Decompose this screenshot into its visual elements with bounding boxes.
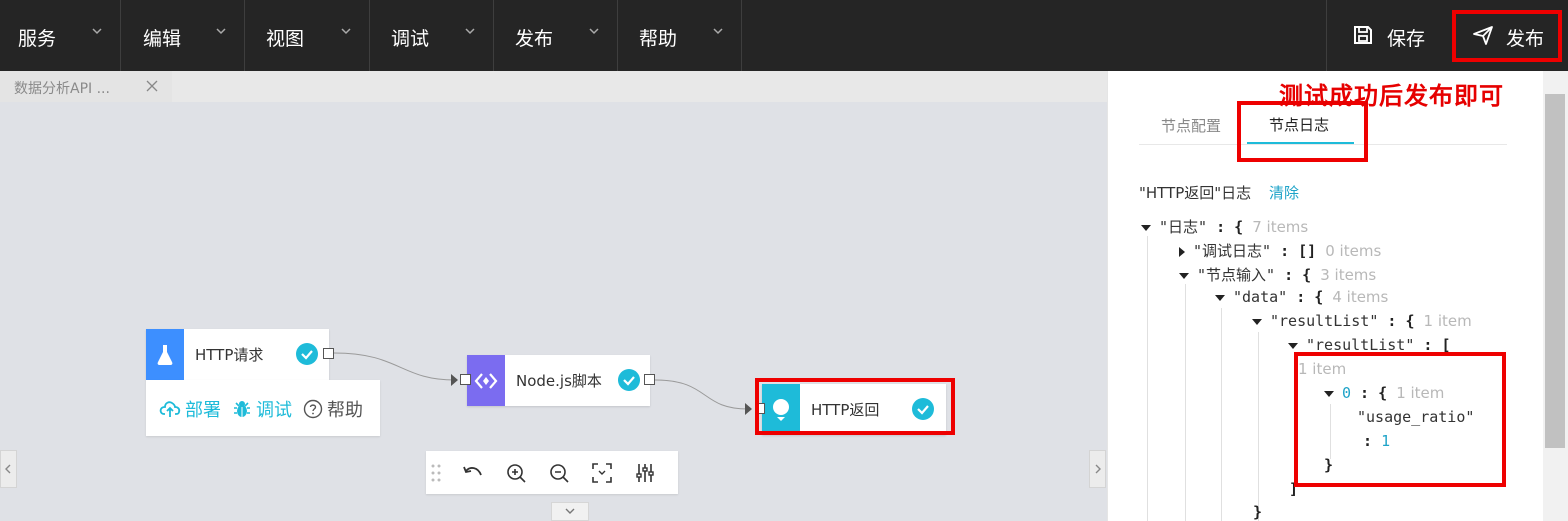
bulb-icon (762, 384, 800, 435)
json-meta: 7 items (1252, 218, 1309, 236)
settings-sliders-icon[interactable] (633, 461, 657, 485)
json-node-root[interactable]: "日志" : { 7 items (1141, 216, 1308, 237)
json-key: "调试日志" (1193, 242, 1272, 260)
json-value-usage-ratio: : 1 (1363, 432, 1391, 450)
publish-button[interactable]: 发布 (1447, 0, 1568, 71)
drag-handle-icon[interactable] (428, 461, 444, 485)
flow-node-http-request[interactable]: HTTP请求 (146, 329, 329, 380)
tree-guide (1147, 236, 1148, 521)
help-button[interactable]: 帮助 (303, 396, 363, 422)
json-meta: 1 item (1396, 384, 1445, 402)
json-key: "节点输入" (1197, 266, 1276, 284)
json-meta: 3 items (1320, 266, 1377, 284)
collapse-caret-icon[interactable] (1179, 246, 1185, 257)
tree-guide (1330, 404, 1331, 459)
chevron-left-icon (5, 464, 11, 474)
publish-label: 发布 (1506, 28, 1545, 50)
json-number: 1 (1381, 432, 1391, 450)
save-icon (1354, 26, 1372, 44)
expand-caret-icon[interactable] (1141, 224, 1151, 231)
json-node-result-list[interactable]: "resultList" : { 1 item (1252, 312, 1472, 330)
output-port[interactable] (644, 374, 655, 385)
input-port[interactable] (757, 403, 765, 414)
log-title: "HTTP返回"日志 (1139, 184, 1252, 202)
json-meta: 1 item (1423, 312, 1472, 330)
tab-divider (1139, 144, 1507, 145)
flask-icon (146, 329, 184, 380)
tab-node-log[interactable]: 节点日志 (1269, 114, 1329, 135)
json-meta: 1 item (1298, 360, 1347, 378)
right-panel-toggle[interactable] (1089, 450, 1106, 488)
tree-guide (1258, 332, 1259, 521)
chevron-right-icon (1095, 464, 1101, 474)
cloud-upload-icon (159, 401, 181, 417)
node-title: HTTP请求 (195, 346, 264, 364)
node-action-bar: 部署 调试 帮助 (146, 380, 380, 436)
json-key: "resultList" (1306, 336, 1415, 354)
deploy-label: 部署 (185, 400, 221, 421)
panel-scrollbar-thumb[interactable] (1545, 94, 1565, 448)
expand-caret-icon[interactable] (1215, 294, 1225, 301)
json-close-brace: } (1324, 456, 1334, 474)
save-button[interactable]: 保存 (1326, 0, 1446, 71)
check-icon (296, 343, 318, 365)
expand-caret-icon[interactable] (1252, 318, 1262, 325)
json-node-input[interactable]: "节点输入" : { 3 items (1179, 264, 1376, 285)
expand-caret-icon[interactable] (1324, 390, 1334, 397)
collapse-toolbar-button[interactable] (551, 502, 589, 521)
left-panel-toggle[interactable] (0, 450, 17, 488)
tree-guide (1185, 284, 1186, 521)
flow-node-nodejs-script[interactable]: Node.js脚本 (467, 355, 650, 406)
send-icon (1473, 26, 1493, 45)
json-node-item-0[interactable]: 0 : { 1 item (1324, 384, 1444, 402)
expand-caret-icon[interactable] (1288, 342, 1298, 349)
annotation-text: 测试成功后发布即可 (1279, 81, 1504, 110)
json-key: "resultList" (1270, 312, 1379, 330)
chevron-down-icon (565, 508, 575, 514)
json-node-debug-log[interactable]: "调试日志" : [] 0 items (1179, 240, 1381, 261)
json-key-usage-ratio: "usage_ratio" (1357, 408, 1475, 426)
json-node-result-list-array[interactable]: "resultList" : [ (1288, 336, 1451, 354)
fit-view-icon[interactable] (590, 461, 614, 485)
code-icon (467, 355, 505, 406)
input-port[interactable] (460, 374, 471, 385)
json-close-bracket: ] (1289, 480, 1299, 498)
tree-guide (1221, 308, 1222, 521)
json-meta: 4 items (1332, 288, 1389, 306)
expand-caret-icon[interactable] (1179, 272, 1189, 279)
check-icon (912, 398, 934, 420)
debug-label: 调试 (256, 400, 292, 421)
json-node-data[interactable]: "data" : { 4 items (1215, 288, 1388, 306)
connector-lines (333, 352, 752, 415)
json-array-meta: 1 item (1298, 360, 1346, 378)
zoom-in-icon[interactable] (504, 461, 528, 485)
json-index: 0 (1342, 384, 1352, 402)
json-key: "data" (1233, 288, 1288, 306)
check-icon (618, 369, 640, 391)
tab-node-config[interactable]: 节点配置 (1161, 115, 1221, 136)
json-key: "日志" (1159, 218, 1208, 236)
flow-node-http-response[interactable]: HTTP返回 (762, 384, 946, 435)
deploy-button[interactable]: 部署 (159, 396, 221, 422)
tree-guide (1294, 356, 1295, 486)
canvas-toolbar (426, 451, 678, 494)
node-title: HTTP返回 (811, 401, 880, 419)
debug-button[interactable]: 调试 (232, 396, 292, 422)
clear-log-link[interactable]: 清除 (1269, 182, 1299, 203)
json-meta: 0 items (1325, 242, 1382, 260)
json-close-brace: } (1253, 503, 1263, 521)
tab-active-indicator (1247, 142, 1354, 144)
save-label: 保存 (1387, 28, 1426, 50)
zoom-out-icon[interactable] (547, 461, 571, 485)
bug-icon (234, 401, 250, 417)
output-port[interactable] (323, 348, 334, 359)
node-title: Node.js脚本 (516, 372, 602, 390)
help-label: 帮助 (327, 400, 363, 421)
undo-icon[interactable] (461, 461, 485, 485)
help-circle-icon (303, 399, 323, 419)
